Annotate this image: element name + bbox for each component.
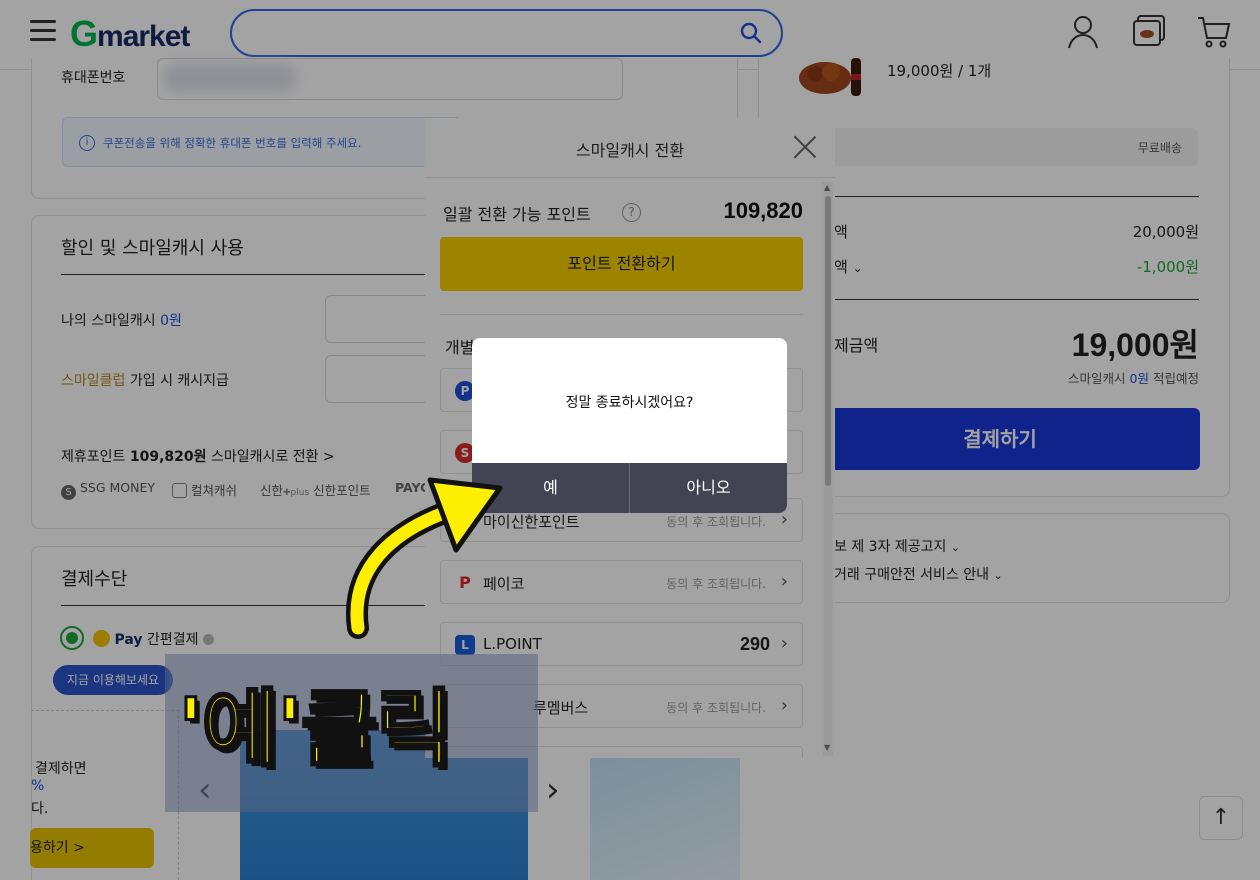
annotation-arrow-icon [346, 477, 503, 639]
dialog-message: 정말 종료하시겠어요? [565, 395, 694, 411]
no-button[interactable]: 아니오 [630, 463, 787, 513]
annotation-label: '예'클릭 [176, 679, 454, 780]
